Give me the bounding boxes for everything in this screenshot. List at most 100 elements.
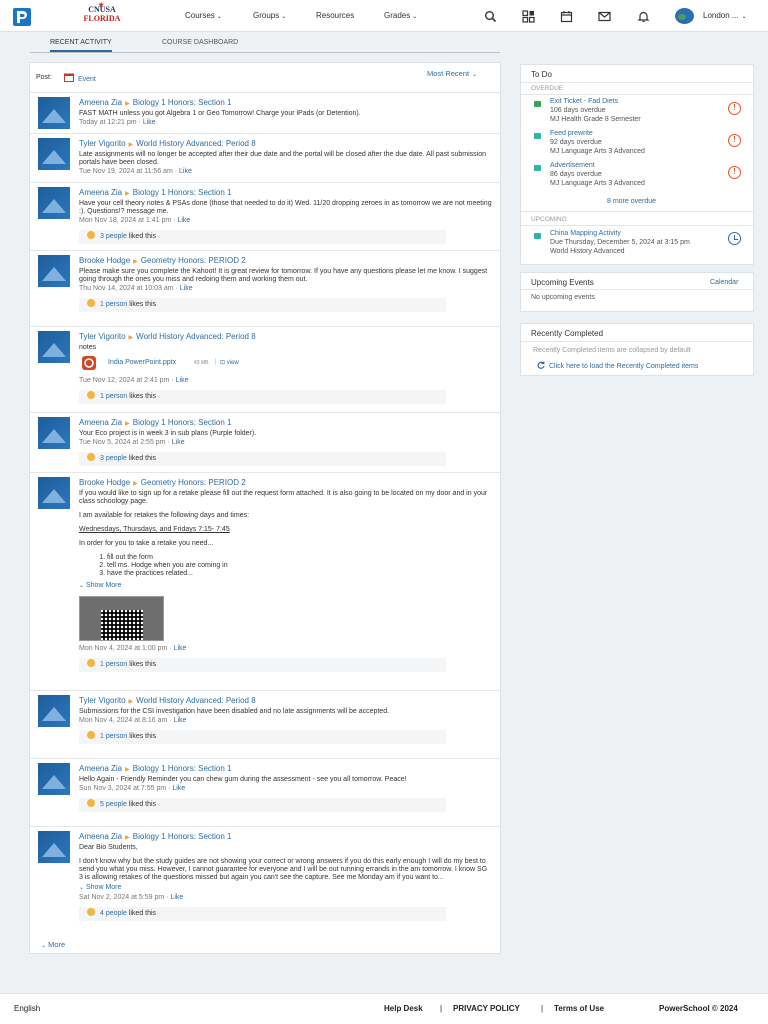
arrow-right-icon: ▶ <box>125 421 130 427</box>
like-link[interactable]: Like <box>176 377 189 384</box>
todo-item-link[interactable]: China Mapping Activity <box>550 230 621 237</box>
apps-icon[interactable] <box>522 10 535 23</box>
todo-item[interactable]: Exit Ticket - Fad Diets 106 days overdue… <box>521 98 753 126</box>
bell-icon[interactable] <box>637 10 650 23</box>
course-link[interactable]: Biology 1 Honors: Section 1 <box>133 98 232 107</box>
post-time: Sun Nov 3, 2024 at 7:55 pm <box>79 785 167 792</box>
author-avatar[interactable] <box>38 97 70 129</box>
todo-title: To Do <box>531 70 552 79</box>
course-link[interactable]: World History Advanced: Period 8 <box>136 139 255 148</box>
author-avatar[interactable] <box>38 138 70 170</box>
course-link[interactable]: Biology 1 Honors: Section 1 <box>133 832 232 841</box>
like-link[interactable]: Like <box>172 439 185 446</box>
todo-item-link[interactable]: Exit Ticket - Fad Diets <box>550 98 618 105</box>
qr-code-image[interactable] <box>79 596 164 641</box>
like-link[interactable]: Like <box>143 119 156 126</box>
course-link[interactable]: Geometry Honors: PERIOD 2 <box>141 478 246 487</box>
school-logo[interactable]: ★ CNUSA FLORIDA <box>83 1 121 29</box>
like-link[interactable]: Like <box>180 285 193 292</box>
course-link[interactable]: World History Advanced: Period 8 <box>136 696 255 705</box>
author-avatar[interactable] <box>38 477 70 509</box>
author-avatar[interactable] <box>38 331 70 363</box>
likers-link[interactable]: 4 people <box>100 910 127 917</box>
view-attachment-link[interactable]: ⊡ view <box>220 359 239 366</box>
author-avatar[interactable] <box>38 417 70 449</box>
author-avatar[interactable] <box>38 831 70 863</box>
arrow-right-icon: ▶ <box>125 101 130 107</box>
author-link[interactable]: Ameena Zia <box>79 832 122 841</box>
like-link[interactable]: Like <box>174 645 187 652</box>
nav-groups[interactable]: Groups ⌄ <box>253 11 286 20</box>
powerschool-logo-icon[interactable] <box>12 7 32 27</box>
course-link[interactable]: Geometry Honors: PERIOD 2 <box>141 256 246 265</box>
more-link[interactable]: ⌄ More <box>30 936 500 949</box>
like-link[interactable]: Like <box>177 217 190 224</box>
author-link[interactable]: Tyler Vigorito <box>79 696 126 705</box>
show-more-link[interactable]: ⌄ Show More <box>79 884 492 891</box>
tab-recent-activity[interactable]: RECENT ACTIVITY <box>50 39 112 52</box>
likes-bar: 1 person likes this <box>79 390 446 404</box>
course-link[interactable]: Biology 1 Honors: Section 1 <box>133 188 232 197</box>
list-item: fill out the form <box>107 554 492 562</box>
like-link[interactable]: Like <box>179 168 192 175</box>
todo-item[interactable]: Advertisement 86 days overdue MJ Languag… <box>521 162 753 190</box>
author-avatar[interactable] <box>38 255 70 287</box>
todo-item-link[interactable]: Advertisement <box>550 162 595 169</box>
likers-link[interactable]: 3 people <box>100 233 127 240</box>
nav-grades[interactable]: Grades ⌄ <box>384 11 417 20</box>
course-link[interactable]: World History Advanced: Period 8 <box>136 332 255 341</box>
nav-courses[interactable]: Courses ⌄ <box>185 11 222 20</box>
course-link[interactable]: Biology 1 Honors: Section 1 <box>133 418 232 427</box>
author-link[interactable]: Tyler Vigorito <box>79 332 126 341</box>
course-link[interactable]: Biology 1 Honors: Section 1 <box>133 764 232 773</box>
help-desk-link[interactable]: Help Desk <box>384 1004 423 1013</box>
likers-link[interactable]: 1 person <box>100 301 127 308</box>
chevron-down-icon: ⌄ <box>412 14 418 20</box>
likes-bar: 3 people liked this <box>79 230 446 244</box>
author-avatar[interactable] <box>38 763 70 795</box>
privacy-policy-link[interactable]: PRIVACY POLICY <box>453 1004 520 1013</box>
chevron-down-icon: ⌄ <box>281 14 287 20</box>
user-menu[interactable]: London ... ⌄ <box>703 11 747 20</box>
todo-item-link[interactable]: Feed prewrite <box>550 130 593 137</box>
terms-of-use-link[interactable]: Terms of Use <box>554 1004 604 1013</box>
likers-link[interactable]: 1 person <box>100 661 127 668</box>
author-link[interactable]: Ameena Zia <box>79 764 122 773</box>
post-event-button[interactable]: Event <box>64 73 96 83</box>
show-more-link[interactable]: ⌄ Show More <box>79 582 492 589</box>
author-link[interactable]: Tyler Vigorito <box>79 139 126 148</box>
todo-item[interactable]: Feed prewrite 92 days overdue MJ Languag… <box>521 130 753 158</box>
post-text: Your Eco project is in week 3 in sub pla… <box>79 430 257 437</box>
more-overdue-link[interactable]: 8 more overdue <box>607 198 656 205</box>
nav-resources[interactable]: Resources <box>316 11 354 20</box>
tab-course-dashboard[interactable]: COURSE DASHBOARD <box>162 39 238 46</box>
mail-icon[interactable] <box>598 10 611 23</box>
search-icon[interactable] <box>484 10 497 23</box>
like-link[interactable]: Like <box>172 785 185 792</box>
author-avatar[interactable] <box>38 695 70 727</box>
like-link[interactable]: Like <box>174 717 187 724</box>
likers-link[interactable]: 1 person <box>100 393 127 400</box>
calendar-icon[interactable] <box>560 10 573 23</box>
author-link[interactable]: Ameena Zia <box>79 418 122 427</box>
todo-item[interactable]: China Mapping Activity Due Thursday, Dec… <box>521 230 753 258</box>
author-link[interactable]: Brooke Hodge <box>79 256 130 265</box>
calendar-link[interactable]: Calendar <box>710 279 738 286</box>
list-item: have the practices related... <box>107 570 492 578</box>
language-selector[interactable]: English <box>14 1004 40 1013</box>
author-link[interactable]: Brooke Hodge <box>79 478 130 487</box>
likers-link[interactable]: 5 people <box>100 801 127 808</box>
attachment-link[interactable]: India PowerPoint.pptx <box>108 359 176 366</box>
powerschool-copyright: PowerSchool © 2024 <box>659 1004 738 1013</box>
author-link[interactable]: Ameena Zia <box>79 188 122 197</box>
author-avatar[interactable] <box>38 187 70 219</box>
avatar[interactable] <box>675 8 694 24</box>
sort-dropdown[interactable]: Most Recent ⌄ <box>427 69 477 78</box>
likers-link[interactable]: 1 person <box>100 733 127 740</box>
likers-link[interactable]: 3 people <box>100 455 127 462</box>
author-link[interactable]: Ameena Zia <box>79 98 122 107</box>
load-completed-link[interactable]: Click here to load the Recently Complete… <box>537 361 698 370</box>
post-text: Have your cell theory notes & PSAs done … <box>79 200 492 215</box>
like-link[interactable]: Like <box>170 894 183 901</box>
smiley-icon <box>87 908 95 916</box>
